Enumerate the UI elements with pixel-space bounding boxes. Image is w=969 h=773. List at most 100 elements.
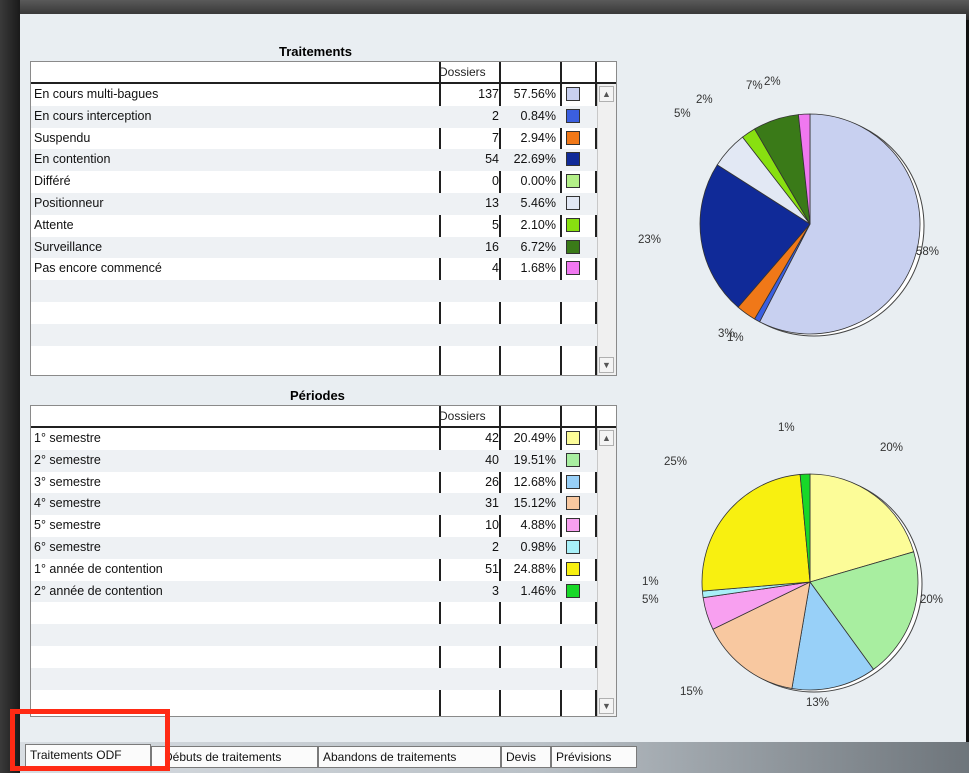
traitements-rows: En cours multi-bagues 137 57.56% En cours i… <box>31 84 597 367</box>
row-percent: 2.94% <box>520 130 556 145</box>
row-count: 40 <box>485 452 499 467</box>
color-swatch <box>566 87 580 101</box>
tab-abandons-de-traitements[interactable]: Abandons de traitements <box>318 746 501 768</box>
color-swatch <box>566 539 580 554</box>
row-label: Surveillance <box>34 239 103 254</box>
pie-label: 3% <box>718 328 735 340</box>
row-percent: 4.88% <box>520 518 556 533</box>
color-swatch <box>566 496 580 511</box>
row-count: 2 <box>492 108 499 123</box>
table-row[interactable]: Différé 0 0.00% <box>31 171 597 193</box>
row-label: En cours interception <box>34 108 152 123</box>
pie-label: 58% <box>916 246 940 258</box>
pie-label: 20% <box>920 594 944 606</box>
pie-label: 23% <box>638 234 662 246</box>
color-swatch <box>566 474 580 489</box>
row-percent: 0.00% <box>520 174 556 189</box>
row-percent: 5.46% <box>520 195 556 210</box>
row-percent: 1.46% <box>520 583 556 598</box>
table-row[interactable]: 5° semestre 10 4.88% <box>31 515 597 537</box>
scroll-down-button[interactable]: ▼ <box>599 357 614 373</box>
pie-label: 5% <box>642 594 659 606</box>
color-swatch <box>566 452 580 467</box>
row-percent: 24.88% <box>513 561 556 576</box>
row-count: 16 <box>485 239 499 254</box>
table-row[interactable]: En cours interception 2 0.84% <box>31 105 597 128</box>
table-row[interactable] <box>31 602 597 624</box>
color-swatch <box>566 130 580 145</box>
row-label: En cours multi-bagues <box>34 87 159 101</box>
color-swatch <box>566 195 580 210</box>
row-count: 13 <box>485 195 499 210</box>
row-count: 7 <box>492 130 499 145</box>
row-percent: 57.56% <box>513 87 556 101</box>
table-row[interactable]: 2° année de contention 3 1.46% <box>31 580 597 603</box>
table-row[interactable] <box>31 667 597 690</box>
row-percent: 6.72% <box>520 239 556 254</box>
color-swatch <box>566 261 580 276</box>
row-label: En contention <box>34 152 111 167</box>
periodes-table[interactable]: Dossiers 1° semestre 42 20.49% 2° semestre 4… <box>30 405 617 717</box>
table-row[interactable]: 4° semestre 31 15.12% <box>31 493 597 516</box>
table-row[interactable]: Attente 5 2.10% <box>31 215 597 237</box>
row-count: 51 <box>485 561 499 576</box>
table-row[interactable] <box>31 346 597 368</box>
color-swatch <box>566 518 580 533</box>
periodes-title: Périodes <box>290 388 345 403</box>
scroll-up-button[interactable]: ▲ <box>599 430 614 446</box>
row-label: Différé <box>34 174 71 189</box>
row-count: 3 <box>492 583 499 598</box>
tab-devis[interactable]: Devis <box>501 746 551 768</box>
table-row[interactable]: En cours multi-bagues 137 57.56% <box>31 84 597 106</box>
pie-label: 15% <box>680 686 704 698</box>
traitements-pie-chart: 58% 1% 3% 23% 5% 2% 7% 2% <box>638 76 960 364</box>
table-row[interactable]: 3° semestre 26 12.68% <box>31 472 597 494</box>
periodes-scrollbar[interactable]: ▲ ▼ <box>597 428 616 716</box>
table-row[interactable]: 1° semestre 42 20.49% <box>31 428 597 450</box>
row-percent: 1.68% <box>520 261 556 276</box>
traitements-table[interactable]: Dossiers En cours multi-bagues 137 57.56% E… <box>30 61 617 376</box>
table-row[interactable] <box>31 302 597 324</box>
traitements-scrollbar[interactable]: ▲ ▼ <box>597 84 616 375</box>
table-row[interactable]: Suspendu 7 2.94% <box>31 128 597 150</box>
row-count: 31 <box>485 496 499 511</box>
table-row[interactable]: 6° semestre 2 0.98% <box>31 536 597 559</box>
window-left-border <box>0 0 20 773</box>
scroll-down-button[interactable]: ▼ <box>599 698 614 714</box>
tab-debuts-de-traitements[interactable]: Débuts de traitements <box>151 746 318 768</box>
row-count: 42 <box>485 431 499 445</box>
color-swatch <box>566 174 580 189</box>
tab-previsions[interactable]: Prévisions <box>551 746 637 768</box>
pie-label: 2% <box>696 94 713 106</box>
periodes-pie-chart: 20% 20% 13% 15% 5% 1% 25% 1% <box>642 422 960 724</box>
table-row[interactable]: Positionneur 13 5.46% <box>31 192 597 215</box>
row-percent: 2.10% <box>520 217 556 232</box>
table-row[interactable] <box>31 624 597 646</box>
pie-slice <box>701 474 811 592</box>
scroll-up-button[interactable]: ▲ <box>599 86 614 102</box>
traitements-pie-svg <box>699 113 925 337</box>
pie-label: 20% <box>880 442 904 454</box>
table-row[interactable]: Pas encore commencé 4 1.68% <box>31 258 597 280</box>
table-row[interactable] <box>31 280 597 302</box>
row-label: 6° semestre <box>34 539 101 554</box>
row-label: 2° semestre <box>34 452 101 467</box>
table-row[interactable] <box>31 646 597 668</box>
row-label: Pas encore commencé <box>34 261 162 276</box>
row-label: 5° semestre <box>34 518 101 533</box>
table-row[interactable] <box>31 690 597 712</box>
table-row[interactable]: 2° semestre 40 19.51% <box>31 449 597 472</box>
table-row[interactable] <box>31 323 597 346</box>
color-swatch <box>566 217 580 232</box>
row-count: 137 <box>478 87 499 101</box>
row-percent: 19.51% <box>513 452 556 467</box>
statistics-panel: Traitements Dossiers En cours multi-bagu… <box>20 14 966 742</box>
row-label: Attente <box>34 217 74 232</box>
tab-traitements-odf[interactable]: Traitements ODF <box>25 744 151 770</box>
pie-label: 13% <box>806 697 830 709</box>
table-row[interactable]: En contention 54 22.69% <box>31 149 597 172</box>
table-row[interactable]: Surveillance 16 6.72% <box>31 236 597 259</box>
row-label: 1° année de contention <box>34 561 163 576</box>
table-row[interactable]: 1° année de contention 51 24.88% <box>31 559 597 581</box>
traitements-header: Dossiers <box>31 62 616 84</box>
